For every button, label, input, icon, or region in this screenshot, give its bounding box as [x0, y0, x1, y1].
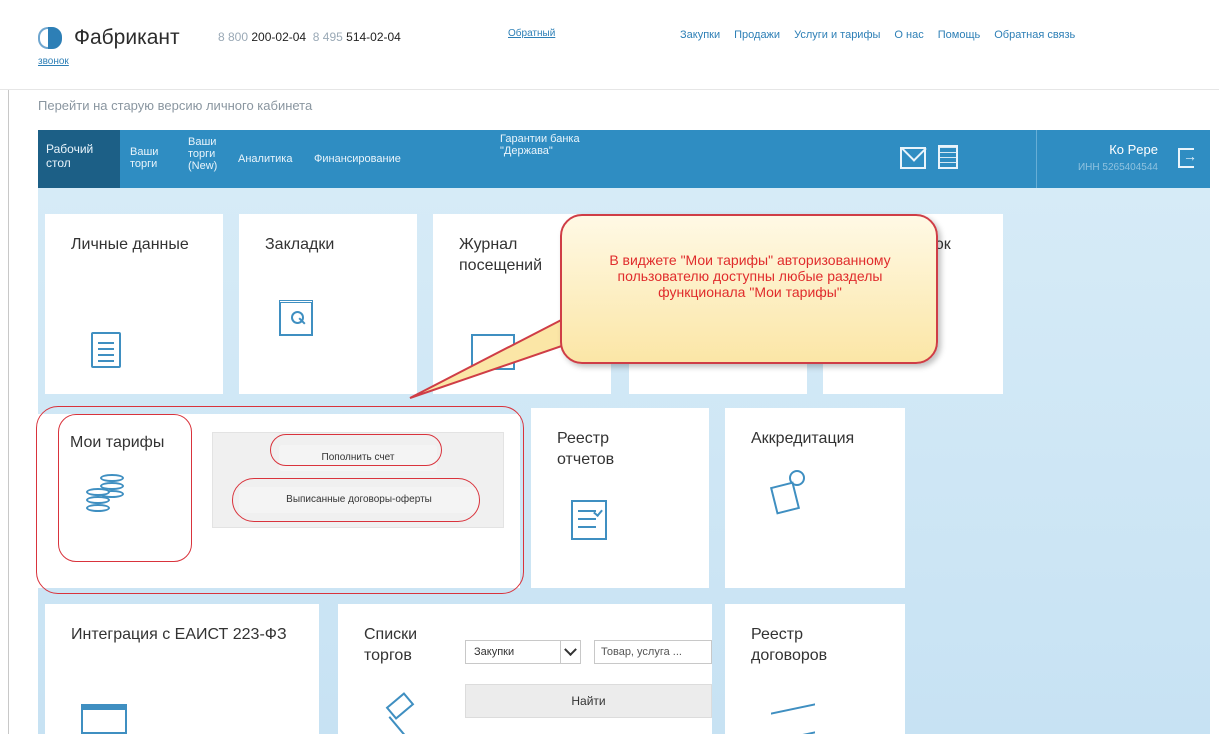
phone-numbers: 8 800 200-02-04 8 495 514-02-04: [218, 30, 401, 44]
user-name[interactable]: Ко Pepe: [1109, 142, 1158, 157]
annotation-contracts-oval: [232, 478, 480, 522]
personal-data-icon: [91, 332, 121, 368]
page-margin: [0, 90, 38, 734]
tile-title: Интеграция с ЕАИСТ 223-ФЗ: [71, 626, 287, 643]
nav-feedback[interactable]: Обратная связь: [994, 29, 1075, 41]
menu-bank-guarantees[interactable]: Гарантии банка "Держава": [500, 133, 600, 157]
bookmark-icon: [279, 300, 313, 336]
building-icon: [81, 704, 127, 734]
nav-help[interactable]: Помощь: [938, 29, 981, 41]
logo[interactable]: Фабрикант: [38, 26, 180, 50]
tile-title: Списки торгов: [364, 626, 418, 664]
chevron-down-icon[interactable]: [560, 641, 580, 663]
top-nav: Закупки Продажи Услуги и тарифы О нас По…: [680, 29, 1075, 41]
callback-link[interactable]: Обратный: [508, 28, 555, 39]
menu-your-tenders[interactable]: Ваши торги: [130, 146, 170, 170]
annotation-title-oval: [58, 414, 192, 562]
tile-bookmarks[interactable]: Закладки: [239, 214, 417, 394]
nav-about[interactable]: О нас: [894, 29, 923, 41]
page-margin-divider: [8, 90, 9, 734]
user-inn: ИНН 5265404544: [1077, 162, 1158, 173]
menu-divider: [1036, 130, 1037, 188]
report-list-icon: [571, 500, 607, 540]
accreditation-icon: [771, 470, 811, 514]
nav-services-tariffs[interactable]: Услуги и тарифы: [794, 29, 880, 41]
menu-financing[interactable]: Финансирование: [314, 153, 401, 165]
mail-icon[interactable]: [900, 147, 926, 169]
main-menu: Рабочий стол Ваши торги Ваши торги (New)…: [38, 130, 1210, 188]
calendar-icon[interactable]: [938, 145, 958, 169]
tile-eaist-integration[interactable]: Интеграция с ЕАИСТ 223-ФЗ: [45, 604, 319, 734]
tile-reports-registry[interactable]: Реестр отчетов: [531, 408, 709, 588]
search-category-select[interactable]: Закупки: [465, 640, 581, 664]
search-input[interactable]: Товар, услуга ...: [594, 640, 712, 664]
logo-text: Фабрикант: [74, 26, 180, 49]
menu-analytics[interactable]: Аналитика: [238, 153, 292, 165]
menu-desktop[interactable]: Рабочий стол: [38, 130, 120, 188]
tile-title: Личные данные: [71, 236, 189, 253]
gavel-icon: [382, 698, 418, 734]
site-header: Фабрикант 8 800 200-02-04 8 495 514-02-0…: [0, 0, 1219, 90]
phone-2: 514-02-04: [346, 30, 401, 44]
tile-title: Аккредитация: [751, 430, 855, 447]
map-icon: [471, 334, 515, 370]
nav-sales[interactable]: Продажи: [734, 29, 780, 41]
tile-accreditation[interactable]: Аккредитация: [725, 408, 905, 588]
nav-purchases[interactable]: Закупки: [680, 29, 720, 41]
tile-contracts-registry[interactable]: Реестр договоров: [725, 604, 905, 734]
handshake-icon: [771, 703, 815, 734]
callback-link-wrap[interactable]: звонок: [38, 56, 69, 67]
menu-your-tenders-new[interactable]: Ваши торги (New): [188, 136, 228, 172]
tile-title: Реестр договоров: [751, 626, 828, 664]
annotation-topup-oval: [270, 434, 442, 466]
find-button[interactable]: Найти: [465, 684, 712, 718]
old-version-link[interactable]: Перейти на старую версию личного кабинет…: [38, 98, 312, 113]
tile-personal-data[interactable]: Личные данные: [45, 214, 223, 394]
callout-text: В виджете "Мои тарифы" авторизованному п…: [609, 252, 891, 300]
logout-icon[interactable]: [1178, 148, 1197, 168]
search-category-value: Закупки: [474, 646, 515, 658]
tile-title: Реестр отчетов: [557, 430, 615, 468]
logo-icon: [38, 27, 66, 49]
annotation-callout: В виджете "Мои тарифы" авторизованному п…: [560, 214, 938, 364]
phone-1: 200-02-04: [251, 30, 307, 44]
tile-title: Закладки: [265, 236, 335, 253]
